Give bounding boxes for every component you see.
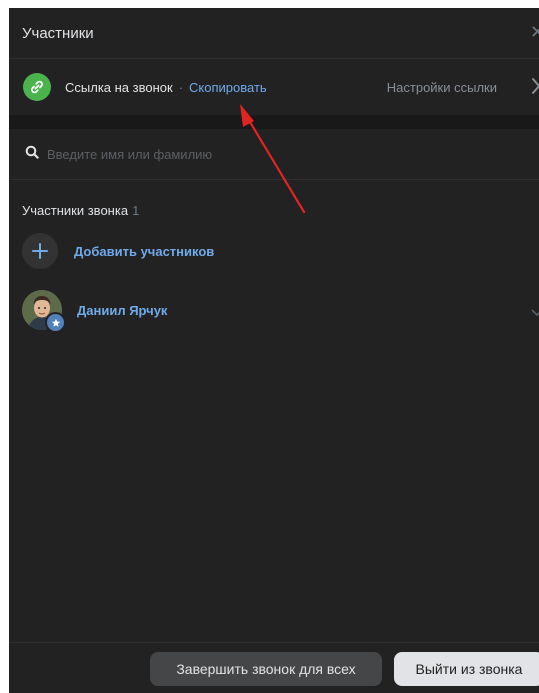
participants-panel: Участники ✕ Ссылка на звонок · Скопирова…: [9, 8, 539, 693]
avatar: [22, 290, 66, 333]
panel-header: Участники ✕: [9, 8, 539, 59]
chevron-down-icon[interactable]: [531, 304, 539, 322]
link-separator: ·: [178, 79, 184, 95]
call-link-row: Ссылка на звонок · Скопировать Настройки…: [9, 59, 539, 115]
panel-title: Участники: [22, 24, 94, 42]
call-link-label: Ссылка на звонок: [65, 79, 173, 95]
close-icon[interactable]: ✕: [530, 22, 539, 43]
search-bar[interactable]: [9, 129, 539, 180]
add-participants-label: Добавить участников: [74, 243, 215, 259]
panel-footer: Завершить звонок для всех Выйти из звонк…: [9, 642, 539, 693]
copy-link-button[interactable]: Скопировать: [189, 80, 267, 95]
participant-name[interactable]: Даниил Ярчук: [77, 303, 167, 318]
chevron-right-icon[interactable]: [531, 77, 539, 100]
participants-count: 1: [132, 203, 140, 218]
participants-section-title: Участники звонка 1: [9, 203, 539, 218]
leave-call-button[interactable]: Выйти из звонка: [394, 652, 539, 686]
plus-icon: [22, 233, 58, 269]
link-settings-button[interactable]: Настройки ссылки: [387, 80, 497, 95]
star-icon: [45, 312, 66, 333]
search-icon: [25, 145, 39, 164]
participants-section-label: Участники звонка: [22, 203, 129, 218]
add-participants-button[interactable]: Добавить участников: [9, 233, 539, 269]
section-divider: [9, 115, 539, 129]
link-icon: [23, 73, 51, 101]
search-input[interactable]: [47, 146, 347, 162]
end-call-for-all-button[interactable]: Завершить звонок для всех: [150, 652, 382, 686]
participant-row[interactable]: Даниил Ярчук: [9, 290, 539, 333]
